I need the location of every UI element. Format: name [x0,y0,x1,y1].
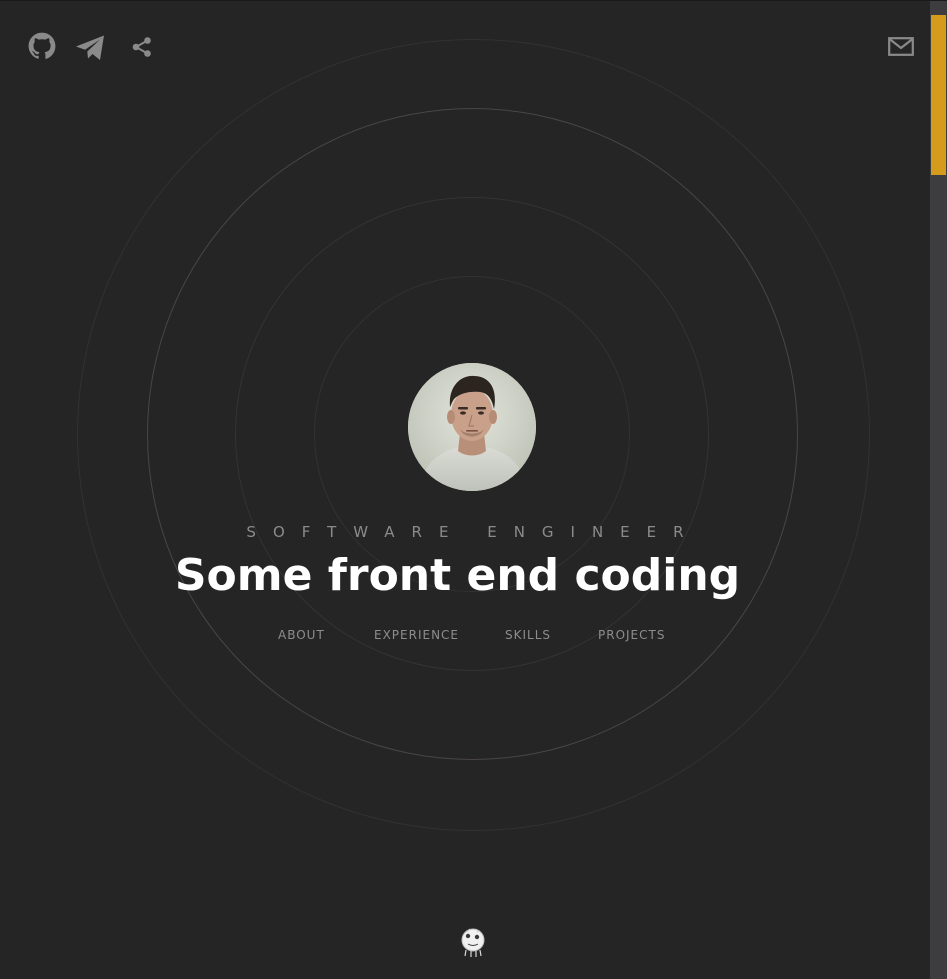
nav-link-projects[interactable]: PROJECTS [598,628,665,642]
contact-mail-link[interactable] [888,37,914,56]
telegram-link[interactable] [75,34,106,62]
hero-headline: Some front end coding [174,550,741,601]
telegram-icon [76,35,104,60]
page: SOFTWARE ENGINEER Some front end coding … [0,1,930,979]
github-link[interactable] [28,32,56,60]
mail-icon [888,37,914,56]
nav-link-experience[interactable]: EXPERIENCE [374,628,459,642]
profile-avatar [408,363,536,491]
section-nav: ABOUT EXPERIENCE SKILLS PROJECTS [0,628,930,646]
profile-photo [408,363,536,491]
page-scrollbar-thumb[interactable] [931,15,946,175]
share-icon [132,37,151,57]
nav-link-about[interactable]: ABOUT [278,628,325,642]
nav-link-skills[interactable]: SKILLS [505,628,551,642]
github-icon [28,32,56,59]
hero-subtitle: SOFTWARE ENGINEER [246,523,701,541]
share-link[interactable] [131,36,153,58]
mascot-icon[interactable] [458,926,488,958]
